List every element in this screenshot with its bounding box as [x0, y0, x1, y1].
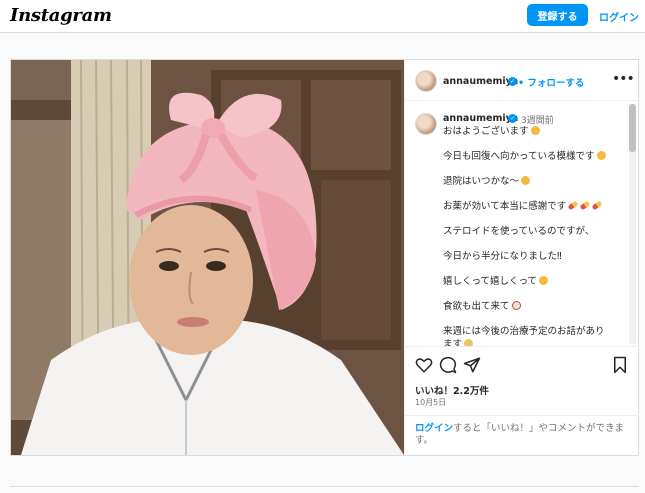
pill-icon	[579, 200, 591, 211]
time-ago[interactable]: 3週間前	[521, 113, 554, 126]
caption-area[interactable]: annaumemiya ✓ 3週間前 おはようございます 今日も回復へ向かってい…	[405, 101, 639, 347]
caption-line-text: 今日から半分になりました‼	[443, 251, 562, 262]
caption-line: 食欲も出て来て	[443, 301, 623, 314]
caption-line: 今日から半分になりました‼	[443, 251, 623, 264]
caption-line: 今日も回復へ向かっている模様です	[443, 151, 623, 164]
top-bar: Instagram 登録する ログイン	[0, 0, 645, 33]
caption-scrollbar[interactable]	[629, 104, 636, 344]
pray-icon	[464, 338, 474, 346]
caption-line-text: お薬が効いて本当に感謝です	[443, 201, 567, 212]
verified-icon: ✓	[508, 77, 517, 86]
caption-username[interactable]: annaumemiya	[443, 113, 518, 124]
post-sidebar: annaumemiya ✓ • フォローする ••• annaumemiya ✓…	[404, 60, 639, 455]
thinking-icon	[521, 176, 531, 185]
post-card: annaumemiya ✓ • フォローする ••• annaumemiya ✓…	[10, 59, 639, 456]
caption-line-text: 来週には今後の治療予定のお話があり	[443, 326, 605, 337]
happy-icon	[539, 276, 549, 285]
post-date[interactable]: 10月5日	[415, 397, 446, 408]
smile-icon	[530, 126, 540, 135]
rice-bowl-icon	[511, 301, 521, 310]
share-icon[interactable]	[463, 356, 481, 374]
more-icon[interactable]: •••	[612, 71, 635, 87]
caption-line-text: 食欲も出て来て	[443, 301, 510, 312]
avatar[interactable]	[415, 113, 437, 135]
post-header: annaumemiya ✓ • フォローする •••	[405, 60, 639, 101]
post-actions: いいね！2.2万件 10月5日 ログインすると「いいね！」やコメントができます。	[405, 347, 639, 455]
caption-line: ます	[443, 338, 623, 347]
follow-button[interactable]: • フォローする	[518, 75, 584, 89]
caption-line: ステロイドを使っているのですが、	[443, 226, 623, 239]
caption-line-text: 退院はいつかな〜	[443, 176, 520, 187]
bookmark-icon[interactable]	[611, 356, 629, 374]
caption-line: お薬が効いて本当に感謝です	[443, 200, 623, 214]
login-link[interactable]: ログイン	[599, 9, 639, 24]
verified-icon: ✓	[508, 114, 517, 123]
signup-button[interactable]: 登録する	[527, 4, 588, 26]
likes-count[interactable]: いいね！2.2万件	[415, 383, 489, 397]
caption-line: おはようございます	[443, 126, 623, 139]
caption-line: 来週には今後の治療予定のお話があり	[443, 326, 623, 339]
comment-icon[interactable]	[439, 356, 457, 374]
instagram-logo[interactable]: Instagram	[10, 5, 112, 26]
login-prompt: ログインすると「いいね！」やコメントができます。	[405, 415, 639, 455]
post-photo[interactable]	[11, 60, 404, 455]
heart-icon[interactable]	[415, 356, 433, 374]
avatar[interactable]	[415, 70, 437, 92]
caption-text: おはようございます 今日も回復へ向かっている模様です 退院はいつかな〜 お薬が効…	[443, 126, 623, 347]
caption-line-text: 今日も回復へ向かっている模様です	[443, 151, 595, 162]
header-username[interactable]: annaumemiya	[443, 76, 518, 87]
pill-icon	[567, 200, 579, 211]
caption-line-text: ステロイドを使っているのですが、	[443, 226, 595, 237]
caption-line-text: 嬉しくって嬉しくって	[443, 276, 538, 287]
login-prompt-link[interactable]: ログイン	[415, 423, 453, 434]
pill-icon	[591, 200, 603, 211]
smile-icon	[596, 151, 606, 160]
photo-illustration	[11, 60, 404, 455]
caption-line: 退院はいつかな〜	[443, 176, 623, 189]
caption-line-text: おはようございます	[443, 126, 529, 137]
scrollbar-thumb[interactable]	[629, 104, 636, 152]
caption-line: 嬉しくって嬉しくって	[443, 276, 623, 289]
footer-divider	[10, 486, 639, 487]
caption-line-text: ます	[443, 338, 463, 347]
